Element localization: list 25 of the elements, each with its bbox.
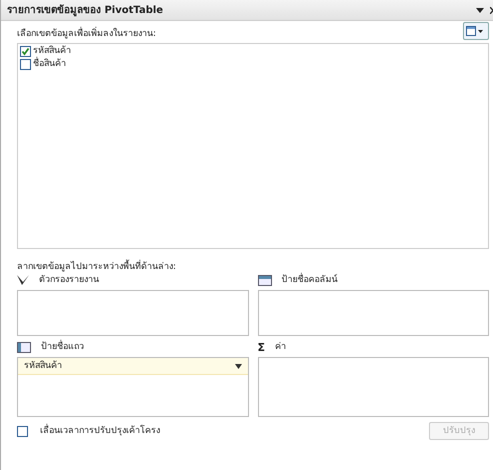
areas-label: ลากเขตข้อมูลไปมาระหว่างพื้นที่ด้านล่าง:: [17, 261, 489, 274]
field-name[interactable]: ชื่อสินค้า: [33, 58, 66, 71]
checkbox[interactable]: [20, 59, 31, 70]
close-icon[interactable]: [490, 6, 493, 14]
table-columns-icon: [258, 275, 272, 286]
layout-icon: [466, 26, 476, 36]
sum-icon: Σ: [258, 342, 266, 353]
area-title: ตัวกรองรายงาน: [39, 274, 99, 287]
dropdown-icon[interactable]: [476, 8, 484, 12]
window-title: รายการเขตข้อมูลของ PivotTable: [7, 4, 164, 16]
drop-area[interactable]: รหัสสินค้า: [17, 357, 248, 417]
field-chip[interactable]: รหัสสินค้า: [18, 358, 248, 375]
area-title: ป้ายชื่อแถว: [41, 341, 84, 354]
filter-icon: [17, 275, 29, 286]
defer-label: เลื่อนเวลาการปรับปรุงเค้าโครง: [40, 424, 160, 438]
dropdown-icon[interactable]: [234, 364, 242, 368]
area-title: ค่า: [275, 341, 286, 354]
field-list-label: เลือกเขตข้อมูลเพื่อเพิ่มลงในรายงาน:: [17, 28, 156, 41]
layout-button[interactable]: [463, 22, 489, 40]
checkbox[interactable]: [17, 426, 28, 436]
area-title: ป้ายชื่อคอลัมน์: [282, 274, 338, 287]
table-rows-icon: [17, 342, 31, 353]
caret-icon: [478, 30, 483, 32]
checkbox[interactable]: [20, 46, 31, 57]
field-name[interactable]: รหัสสินค้า: [33, 45, 71, 58]
